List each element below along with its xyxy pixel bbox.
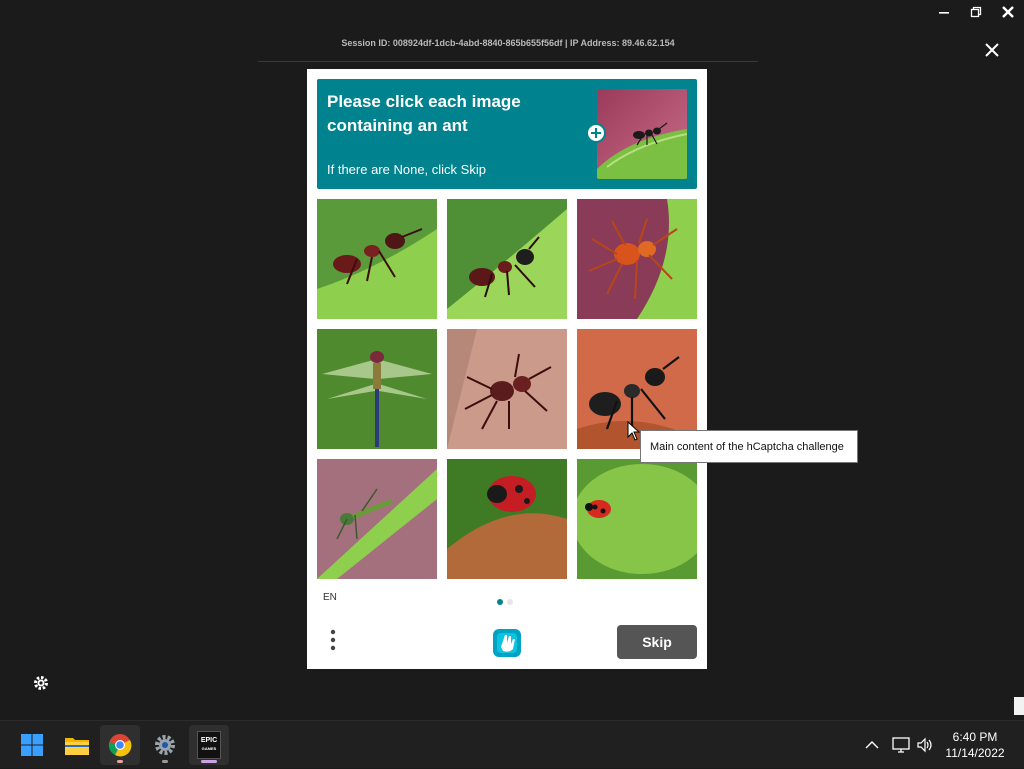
window-controls	[928, 0, 1024, 24]
image-tile-4[interactable]	[317, 329, 437, 449]
image-tile-7[interactable]	[317, 459, 437, 579]
prompt-subtitle: If there are None, click Skip	[327, 162, 486, 177]
ladybug-image	[447, 459, 567, 579]
games-label: GAMES	[201, 746, 217, 751]
running-indicator	[162, 760, 168, 763]
pagination-dots	[497, 599, 513, 605]
insect-image	[317, 459, 437, 579]
network-button[interactable]	[890, 721, 912, 769]
start-button[interactable]	[12, 725, 52, 765]
close-window-button[interactable]	[992, 0, 1024, 24]
language-selector[interactable]: EN	[323, 592, 337, 603]
scrollbar[interactable]	[1014, 697, 1024, 715]
chrome-button[interactable]	[100, 725, 140, 765]
page-dot	[507, 599, 513, 605]
gear-icon	[155, 735, 175, 755]
spider-image	[447, 329, 567, 449]
chrome-icon	[108, 734, 132, 757]
volume-icon	[917, 737, 932, 753]
image-tile-3[interactable]	[577, 199, 697, 319]
ladybug-image	[577, 459, 697, 579]
folder-icon	[65, 738, 89, 755]
volume-button[interactable]	[914, 721, 936, 769]
image-tile-8[interactable]	[447, 459, 567, 579]
example-image	[597, 89, 687, 179]
network-icon	[892, 737, 910, 753]
taskbar: EPIC GAMES 6:40 PM 11/14/2022	[0, 720, 1024, 768]
challenge-prompt: Please click each image containing an an…	[317, 79, 697, 189]
running-indicator	[201, 760, 217, 763]
spider-image	[577, 199, 697, 319]
image-tile-5[interactable]	[447, 329, 567, 449]
restore-icon	[970, 6, 982, 18]
divider	[258, 61, 758, 62]
image-tile-9[interactable]	[577, 459, 697, 579]
ant-image	[317, 199, 437, 319]
epic-games-button[interactable]: EPIC GAMES	[189, 725, 229, 765]
restore-button[interactable]	[960, 0, 992, 24]
prompt-title: Please click each image containing an an…	[327, 92, 521, 135]
epic-label: EPIC	[200, 737, 218, 744]
page-dot-active	[497, 599, 503, 605]
plus-icon	[591, 128, 601, 138]
settings-button[interactable]	[145, 725, 185, 765]
clock-time: 6:40 PM	[952, 730, 998, 744]
windows-icon	[21, 734, 43, 756]
settings-gear-icon[interactable]	[32, 674, 50, 692]
expand-example-button[interactable]	[586, 123, 606, 143]
ant-image	[447, 199, 567, 319]
chevron-up-icon	[865, 741, 879, 749]
image-tile-2[interactable]	[447, 199, 567, 319]
dragonfly-image	[317, 329, 437, 449]
clock-date: 11/14/2022	[945, 746, 1005, 760]
image-tile-1[interactable]	[317, 199, 437, 319]
mouse-cursor-icon	[627, 421, 641, 441]
file-explorer-button[interactable]	[57, 725, 97, 765]
minimize-icon	[939, 12, 949, 14]
show-hidden-icons-button[interactable]	[862, 721, 882, 769]
skip-button[interactable]: Skip	[617, 625, 697, 659]
image-grid	[317, 199, 697, 579]
close-icon	[1002, 6, 1014, 18]
tooltip: Main content of the hCaptcha challenge	[640, 430, 858, 463]
minimize-button[interactable]	[928, 0, 960, 24]
hcaptcha-logo-icon[interactable]	[489, 625, 525, 661]
more-options-icon[interactable]	[327, 627, 339, 657]
epic-games-icon: EPIC GAMES	[197, 731, 221, 759]
hcaptcha-challenge: Please click each image containing an an…	[307, 69, 707, 669]
running-indicator	[117, 760, 123, 763]
clock[interactable]: 6:40 PM 11/14/2022	[940, 729, 1010, 761]
session-info: Session ID: 008924df-1dcb-4abd-8840-865b…	[341, 38, 675, 48]
close-overlay-icon[interactable]	[982, 40, 1002, 60]
